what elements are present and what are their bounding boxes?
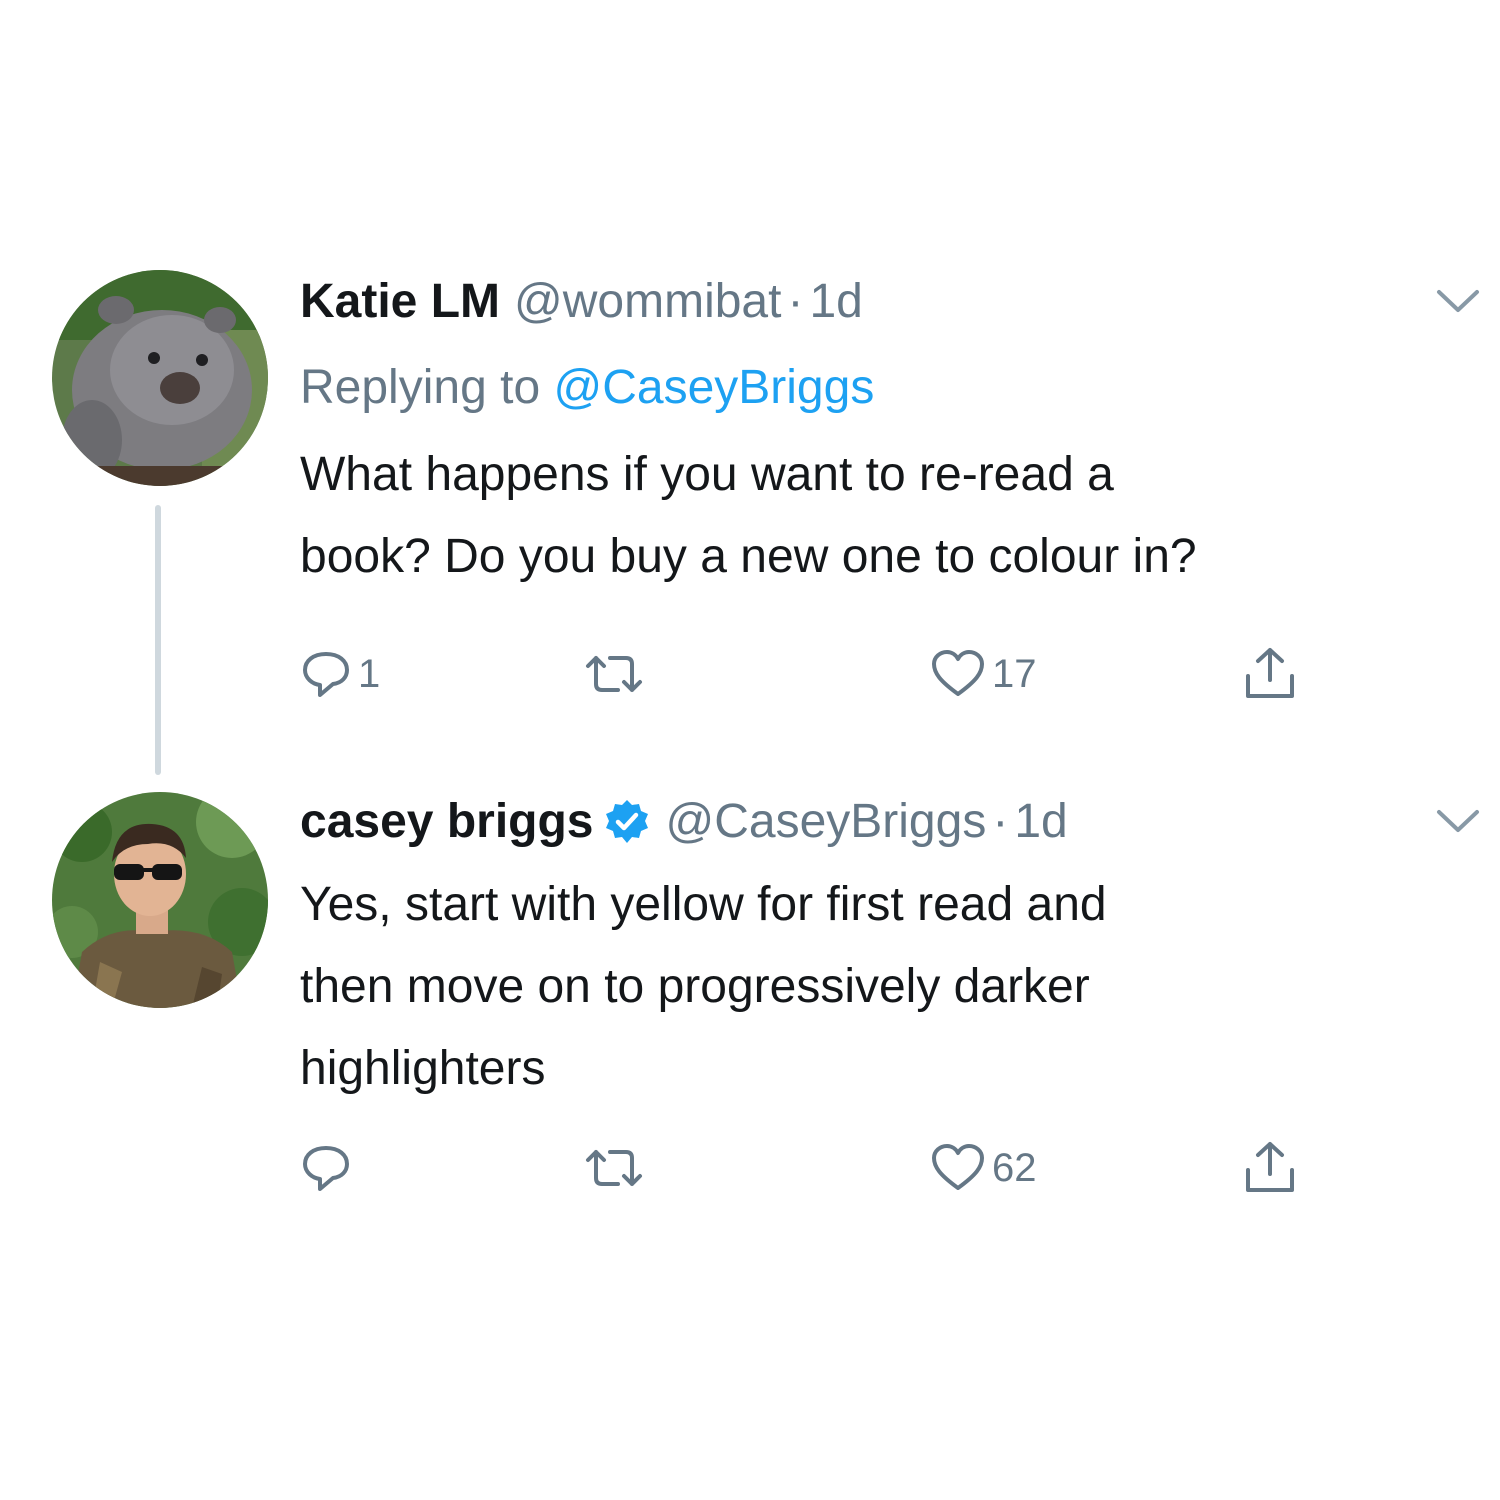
user-handle[interactable]: @wommibat: [514, 270, 781, 334]
heart-icon: [932, 650, 984, 696]
tweet-actions: 1 17: [300, 642, 1330, 706]
like-count: 17: [992, 651, 1037, 696]
thread-connector-line: [155, 505, 161, 775]
like-button[interactable]: 17: [930, 642, 1037, 706]
share-button[interactable]: [1240, 1136, 1300, 1200]
tweet-body: Katie LM @wommibat · 1d Replying to @Cas…: [300, 270, 1470, 598]
tweet-text-line: Yes, start with yellow for first read an…: [300, 878, 1107, 931]
retweet-icon: [586, 656, 642, 692]
chevron-down-icon[interactable]: [1436, 288, 1480, 316]
chevron-down-icon[interactable]: [1436, 808, 1480, 836]
tweet-thread: Katie LM @wommibat · 1d Replying to @Cas…: [0, 0, 1500, 1500]
user-handle[interactable]: @CaseyBriggs: [665, 790, 986, 854]
retweet-button[interactable]: [582, 642, 652, 706]
man-with-sunglasses-avatar-image: [52, 792, 268, 1008]
separator-dot: ·: [787, 275, 804, 328]
display-name[interactable]: casey briggs: [300, 790, 593, 854]
avatar-wombat[interactable]: [52, 270, 268, 486]
share-button[interactable]: [1240, 642, 1300, 706]
display-name[interactable]: Katie LM: [300, 270, 500, 334]
tweet-text: Yes, start with yellow for first read an…: [300, 864, 1470, 1110]
avatar-casey[interactable]: [52, 792, 268, 1008]
tweet-text-line: highlighters: [300, 1042, 546, 1095]
tweet-actions: 62: [300, 1136, 1330, 1200]
tweet-body: casey briggs @CaseyBriggs · 1d Yes, star…: [300, 790, 1470, 1110]
retweet-button[interactable]: [582, 1136, 652, 1200]
tweet-header: casey briggs @CaseyBriggs · 1d: [300, 790, 1470, 854]
wombat-avatar-image: [52, 270, 268, 486]
tweet-casey[interactable]: casey briggs @CaseyBriggs · 1d Yes, star…: [0, 790, 1500, 1230]
reply-icon: [303, 1146, 349, 1191]
reply-icon: [303, 652, 349, 697]
reply-count: 1: [358, 651, 381, 696]
like-count: 62: [992, 1145, 1037, 1190]
timestamp[interactable]: 1d: [809, 270, 862, 334]
replying-to-mention[interactable]: @CaseyBriggs: [553, 361, 874, 414]
share-icon: [1246, 648, 1294, 698]
heart-icon: [932, 1144, 984, 1190]
tweet-text-line: What happens if you want to re-read a: [300, 448, 1114, 501]
retweet-icon: [586, 1150, 642, 1186]
tweet-text-line: then move on to progressively darker: [300, 960, 1090, 1013]
replying-to: Replying to @CaseyBriggs: [300, 356, 1470, 420]
tweet-text: What happens if you want to re-read a bo…: [300, 434, 1470, 598]
like-button[interactable]: 62: [930, 1136, 1037, 1200]
share-icon: [1246, 1142, 1294, 1192]
reply-button[interactable]: [300, 1136, 358, 1200]
verified-badge-icon: [603, 798, 651, 846]
tweet-header: Katie LM @wommibat · 1d: [300, 270, 1470, 334]
tweet-katie[interactable]: Katie LM @wommibat · 1d Replying to @Cas…: [0, 270, 1500, 740]
replying-to-label: Replying to: [300, 361, 541, 414]
tweet-text-line: book? Do you buy a new one to colour in?: [300, 530, 1197, 583]
separator-dot: ·: [992, 795, 1009, 848]
timestamp[interactable]: 1d: [1014, 790, 1067, 854]
reply-button[interactable]: 1: [300, 642, 380, 706]
